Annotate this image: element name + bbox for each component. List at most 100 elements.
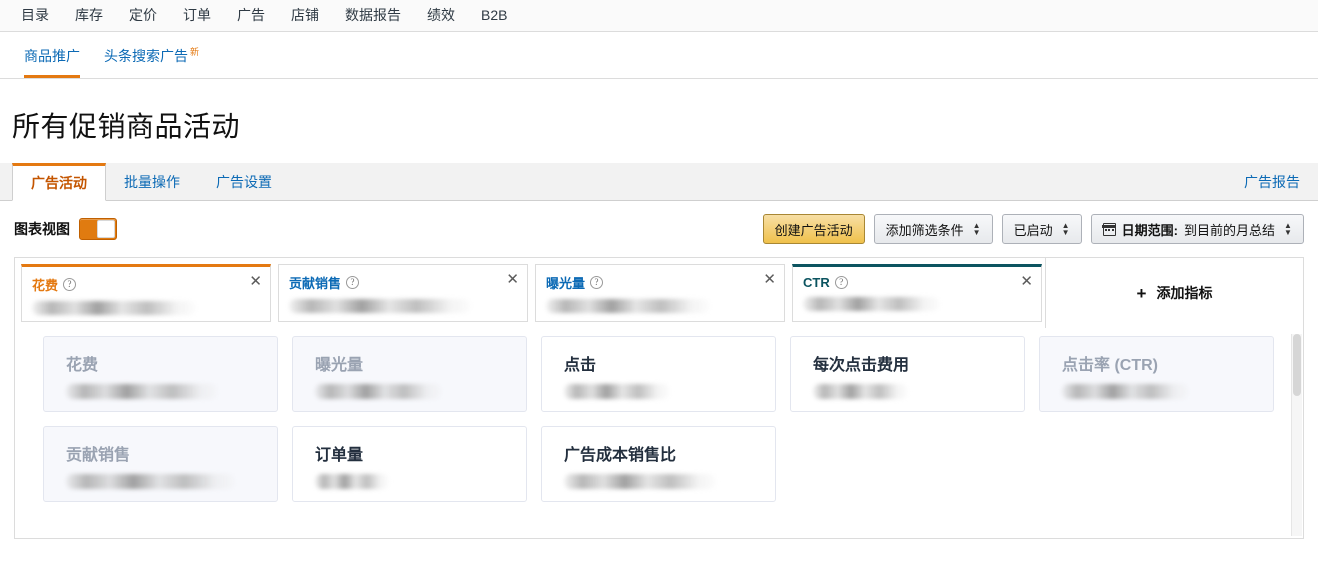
tab-label: 广告活动 — [31, 175, 87, 191]
metric-value-redacted — [289, 299, 472, 313]
metric-tile-label: 贡献销售 — [66, 447, 131, 464]
tab-bar: 广告活动 批量操作 广告设置 广告报告 — [0, 163, 1318, 201]
metric-card-ctr[interactable]: CTR ? ✕ — [792, 264, 1042, 322]
subnav-item-sponsored-products[interactable]: 商品推广 — [12, 46, 92, 78]
page-title: 所有促销商品活动 — [12, 111, 241, 142]
metric-card-label: CTR — [803, 275, 830, 290]
help-circle-icon[interactable]: ? — [590, 276, 604, 289]
metric-tile-attributed-sales: 贡献销售 — [43, 426, 278, 502]
metric-tile-ctr: 点击率 (CTR) — [1039, 336, 1274, 412]
metric-tile-value-redacted — [564, 474, 716, 489]
status-filter-dropdown[interactable]: 已启动 ▲ ▼ — [1001, 214, 1082, 244]
tab-bar-right-area: 广告报告 — [1244, 163, 1318, 200]
metric-tile-value-redacted — [813, 384, 908, 399]
topnav-item-store[interactable]: 店铺 — [278, 0, 332, 31]
metric-tile-label: 点击 — [564, 357, 597, 374]
chart-view-label: 图表视图 — [14, 221, 70, 237]
metric-picker-row: 贡献销售 订单量 广告成本销售比 — [43, 426, 1291, 502]
subnav-item-label: 头条搜索广告 — [104, 48, 188, 64]
metric-tile-label: 曝光量 — [315, 357, 364, 374]
status-filter-label: 已启动 — [1013, 222, 1053, 238]
metric-card-label: 花费 — [32, 278, 59, 293]
metric-card-label: 曝光量 — [546, 276, 586, 291]
metric-value-redacted — [32, 301, 197, 315]
add-filter-dropdown[interactable]: 添加筛选条件 ▲ ▼ — [873, 214, 993, 244]
metric-card-header: CTR ? — [803, 275, 1031, 290]
metric-tile-clicks[interactable]: 点击 — [541, 336, 776, 412]
tab-label: 广告设置 — [216, 173, 272, 190]
create-campaign-label: 创建广告活动 — [774, 222, 853, 238]
metric-card-header: 曝光量 ? — [546, 273, 774, 292]
plus-icon: + — [1136, 283, 1147, 303]
metric-value-redacted — [546, 299, 711, 313]
tab-campaigns[interactable]: 广告活动 — [12, 163, 106, 201]
metric-tile-value-redacted — [564, 384, 670, 399]
metric-tile-label: 每次点击费用 — [813, 357, 910, 374]
toolbar-actions: 创建广告活动 添加筛选条件 ▲ ▼ 已启动 ▲ ▼ 日期范围: 到目前的月总结 ▲ ▼ — [762, 214, 1304, 244]
tab-ad-settings[interactable]: 广告设置 — [198, 163, 290, 200]
metric-tile-spend: 花费 — [43, 336, 278, 412]
metric-value-redacted — [803, 297, 940, 311]
chevron-updown-icon: ▲ ▼ — [1061, 221, 1070, 237]
metrics-panel: 花费 ? ✕ 贡献销售 ? ✕ 曝光量 ? ✕ CTR ? ✕ + 添加指标 花… — [14, 257, 1304, 539]
tab-bulk-operations[interactable]: 批量操作 — [106, 163, 198, 200]
metric-tile-cost-per-click[interactable]: 每次点击费用 — [790, 336, 1025, 412]
metric-tile-value-redacted — [1062, 384, 1189, 399]
metric-tile-acos[interactable]: 广告成本销售比 — [541, 426, 776, 502]
chart-view-toggle[interactable] — [79, 218, 117, 240]
chevron-updown-icon: ▲ ▼ — [972, 221, 981, 237]
metric-tile-value-redacted — [66, 384, 218, 399]
metric-picker-row: 花费 曝光量 点击 每次点击费用 点击率 (CTR) — [43, 336, 1291, 412]
metrics-panel-scrollbar[interactable] — [1291, 334, 1302, 536]
metric-card-attributed-sales[interactable]: 贡献销售 ? ✕ — [278, 264, 528, 322]
topnav-item-reports[interactable]: 数据报告 — [332, 0, 414, 31]
topnav-item-b2b[interactable]: B2B — [468, 0, 520, 31]
calendar-icon — [1102, 222, 1117, 236]
add-filter-label: 添加筛选条件 — [885, 222, 964, 238]
topnav-item-advertising[interactable]: 广告 — [224, 0, 278, 31]
topnav-item-catalog[interactable]: 目录 — [8, 0, 62, 31]
metric-tile-value-redacted — [315, 384, 442, 399]
metric-card-spend[interactable]: 花费 ? ✕ — [21, 264, 271, 322]
new-badge: 新 — [190, 47, 200, 58]
metric-tile-value-redacted — [315, 474, 389, 489]
toggle-knob — [97, 220, 115, 238]
metric-card-header: 贡献销售 ? — [289, 273, 517, 292]
help-circle-icon[interactable]: ? — [346, 276, 360, 289]
tab-label: 批量操作 — [124, 173, 180, 190]
add-metric-label: 添加指标 — [1156, 285, 1213, 301]
metric-tile-label: 点击率 (CTR) — [1062, 357, 1158, 374]
close-icon[interactable]: ✕ — [249, 274, 262, 289]
metric-card-impressions[interactable]: 曝光量 ? ✕ — [535, 264, 785, 322]
date-range-value: 到目前的月总结 — [1183, 222, 1275, 238]
add-metric-button[interactable]: + 添加指标 — [1045, 258, 1303, 328]
metric-card-label: 贡献销售 — [289, 276, 342, 291]
metric-card-header: 花费 ? — [32, 275, 260, 294]
topnav-item-orders[interactable]: 订单 — [170, 0, 224, 31]
subnav-item-headline-search-ads[interactable]: 头条搜索广告新 — [92, 46, 211, 78]
metric-tile-orders[interactable]: 订单量 — [292, 426, 527, 502]
metric-tile-impressions: 曝光量 — [292, 336, 527, 412]
sub-navigation-bar: 商品推广 头条搜索广告新 — [0, 32, 1318, 79]
date-range-dropdown[interactable]: 日期范围: 到目前的月总结 ▲ ▼ — [1090, 214, 1304, 244]
metric-tile-label: 广告成本销售比 — [564, 447, 677, 464]
topnav-item-inventory[interactable]: 库存 — [62, 0, 116, 31]
close-icon[interactable]: ✕ — [1020, 274, 1033, 289]
create-campaign-button[interactable]: 创建广告活动 — [762, 214, 865, 244]
metric-tile-value-redacted — [66, 474, 235, 489]
topnav-item-performance[interactable]: 绩效 — [414, 0, 468, 31]
topnav-item-pricing[interactable]: 定价 — [116, 0, 170, 31]
top-navigation-bar: 目录 库存 定价 订单 广告 店铺 数据报告 绩效 B2B — [0, 0, 1318, 32]
ad-report-link[interactable]: 广告报告 — [1244, 172, 1300, 192]
close-icon[interactable]: ✕ — [506, 272, 519, 287]
help-circle-icon[interactable]: ? — [63, 278, 77, 291]
chart-view-control: 图表视图 — [14, 218, 117, 240]
toolbar: 图表视图 创建广告活动 添加筛选条件 ▲ ▼ 已启动 ▲ ▼ 日期范围: 到目前的月… — [0, 201, 1318, 257]
metric-tile-label: 订单量 — [315, 447, 364, 464]
date-range-prefix: 日期范围: — [1121, 222, 1178, 238]
chevron-updown-icon: ▲ ▼ — [1284, 221, 1292, 237]
help-circle-icon[interactable]: ? — [834, 276, 848, 289]
scrollbar-thumb[interactable] — [1293, 334, 1301, 396]
metric-tile-label: 花费 — [66, 357, 99, 374]
close-icon[interactable]: ✕ — [763, 272, 776, 287]
